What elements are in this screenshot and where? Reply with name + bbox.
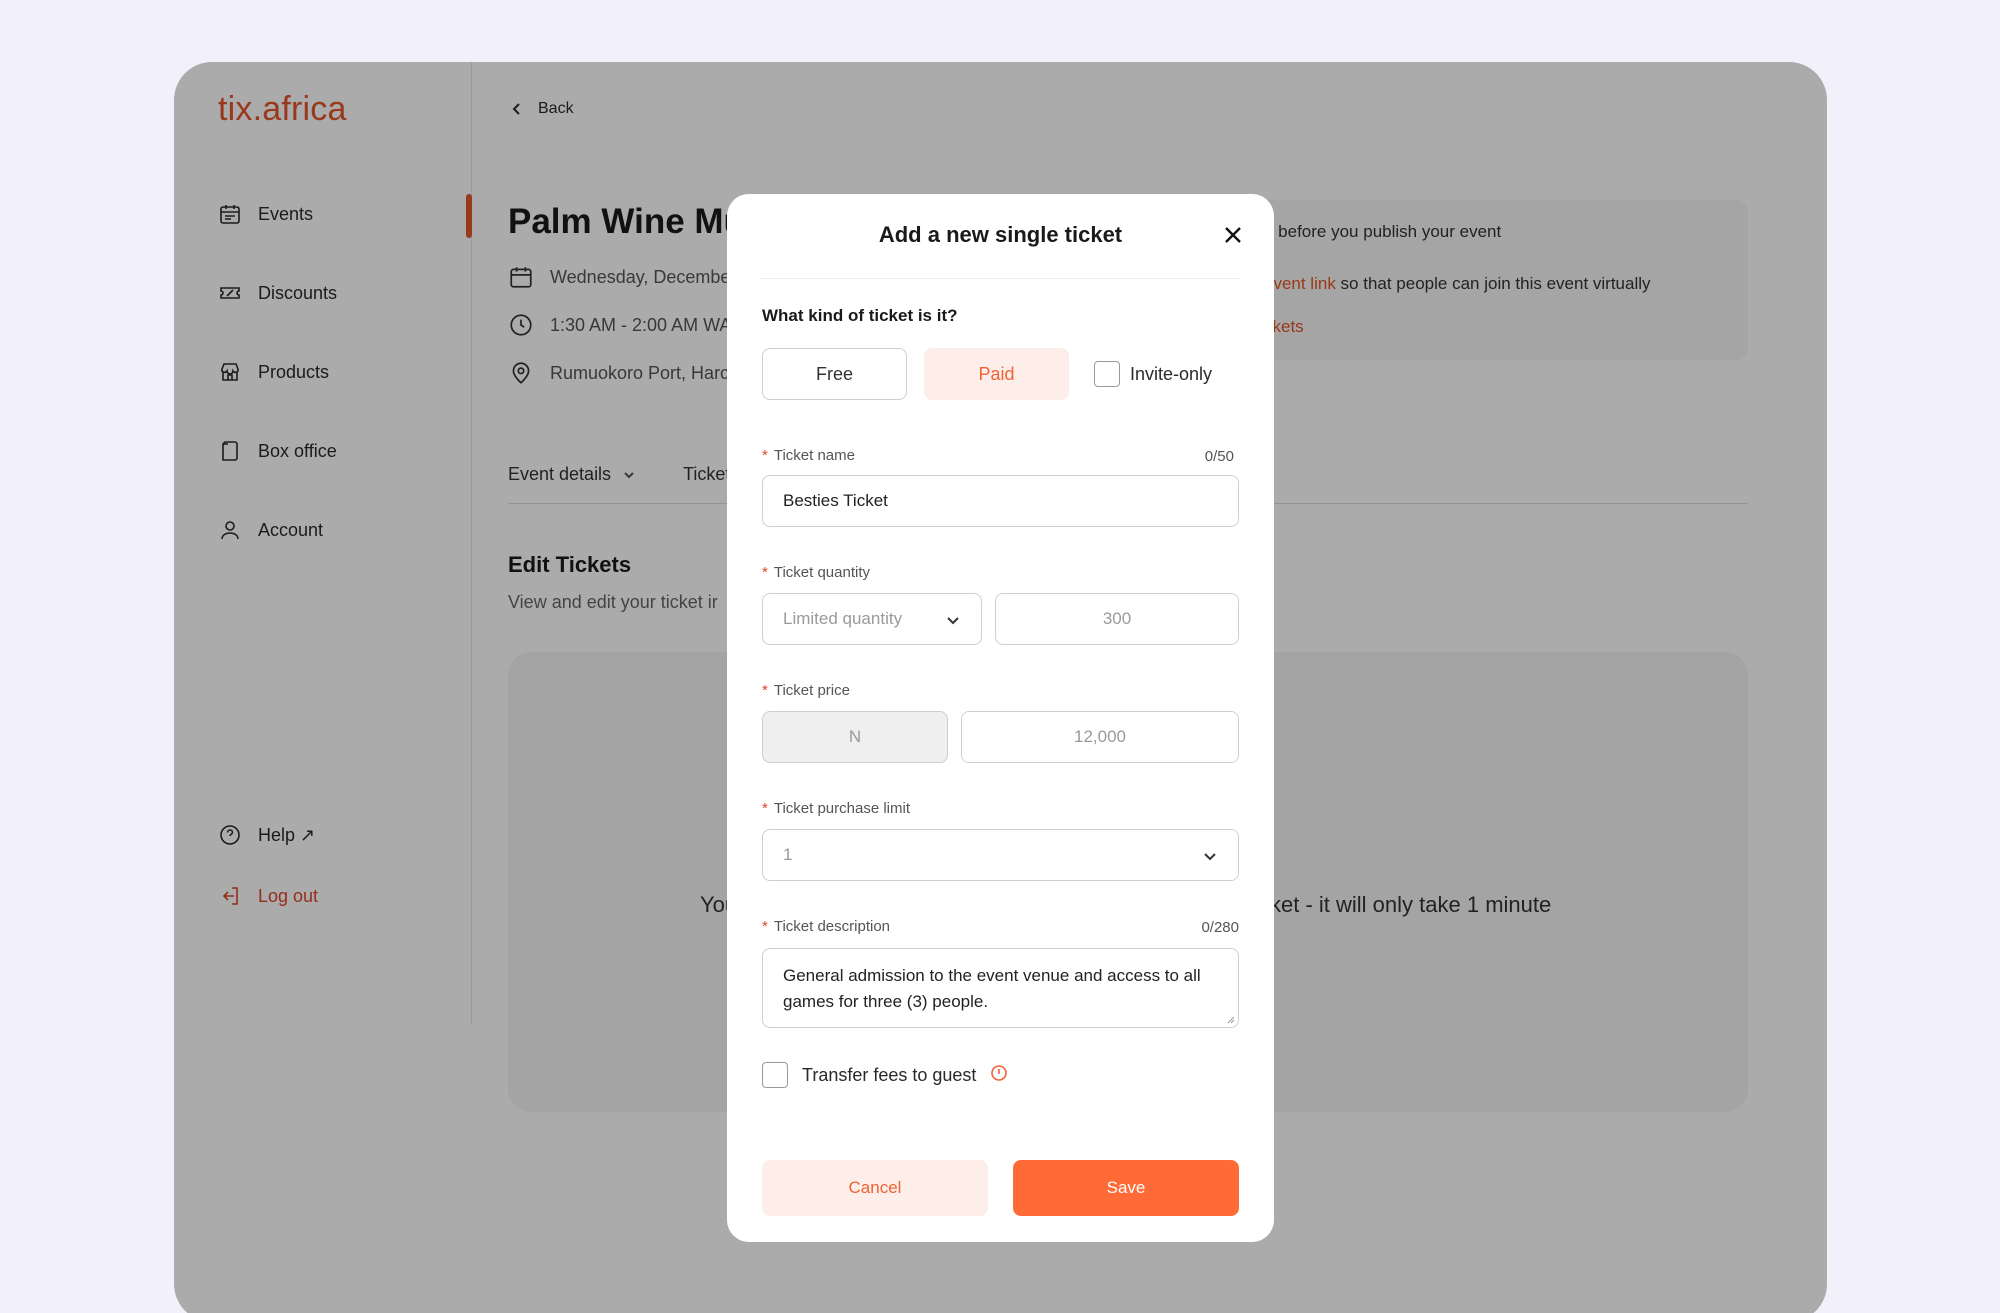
ticket-type-question: What kind of ticket is it? [762,306,958,325]
close-icon [1225,227,1241,243]
close-button[interactable] [1222,224,1244,246]
price-amount-input[interactable]: 12,000 [961,711,1239,763]
save-button[interactable]: Save [1013,1160,1239,1216]
description-counter: 0/280 [1201,919,1239,936]
currency-field: N [762,711,948,763]
purchase-limit-select[interactable]: 1 [762,829,1239,881]
transfer-fees-option[interactable]: Transfer fees to guest [762,1062,1008,1088]
ticket-price-label: * Ticket price [762,682,850,699]
modal-title: Add a new single ticket [878,222,1123,247]
cancel-button[interactable]: Cancel [762,1160,988,1216]
description-textarea[interactable]: General admission to the event venue and… [762,948,1239,1028]
description-label: * Ticket description [762,918,890,935]
purchase-limit-label: * Ticket purchase limit [762,800,910,817]
ticket-name-label: * Ticket name [762,447,855,464]
ticket-type-paid-button[interactable]: Paid [924,348,1069,400]
transfer-fees-checkbox[interactable] [762,1062,788,1088]
ticket-name-input[interactable]: Besties Ticket [762,475,1239,527]
modal-divider [761,278,1240,279]
ticket-quantity-label: * Ticket quantity [762,564,870,581]
invite-only-option[interactable]: Invite-only [1094,361,1212,387]
invite-only-label: Invite-only [1130,363,1213,384]
chevron-down-icon [1202,848,1218,864]
ticket-type-free-button[interactable]: Free [762,348,907,400]
quantity-amount-input[interactable]: 300 [995,593,1239,645]
transfer-fees-label: Transfer fees to guest [802,1064,977,1085]
invite-only-checkbox[interactable] [1094,361,1120,387]
chevron-down-icon [945,612,961,628]
quantity-type-select[interactable]: Limited quantity [762,593,982,645]
info-icon[interactable] [990,1064,1008,1087]
ticket-name-counter: 0/50 [1204,448,1234,465]
add-ticket-modal: Add a new single ticket What kind of tic… [727,194,1274,1242]
resize-grip-icon[interactable] [1225,1014,1235,1024]
